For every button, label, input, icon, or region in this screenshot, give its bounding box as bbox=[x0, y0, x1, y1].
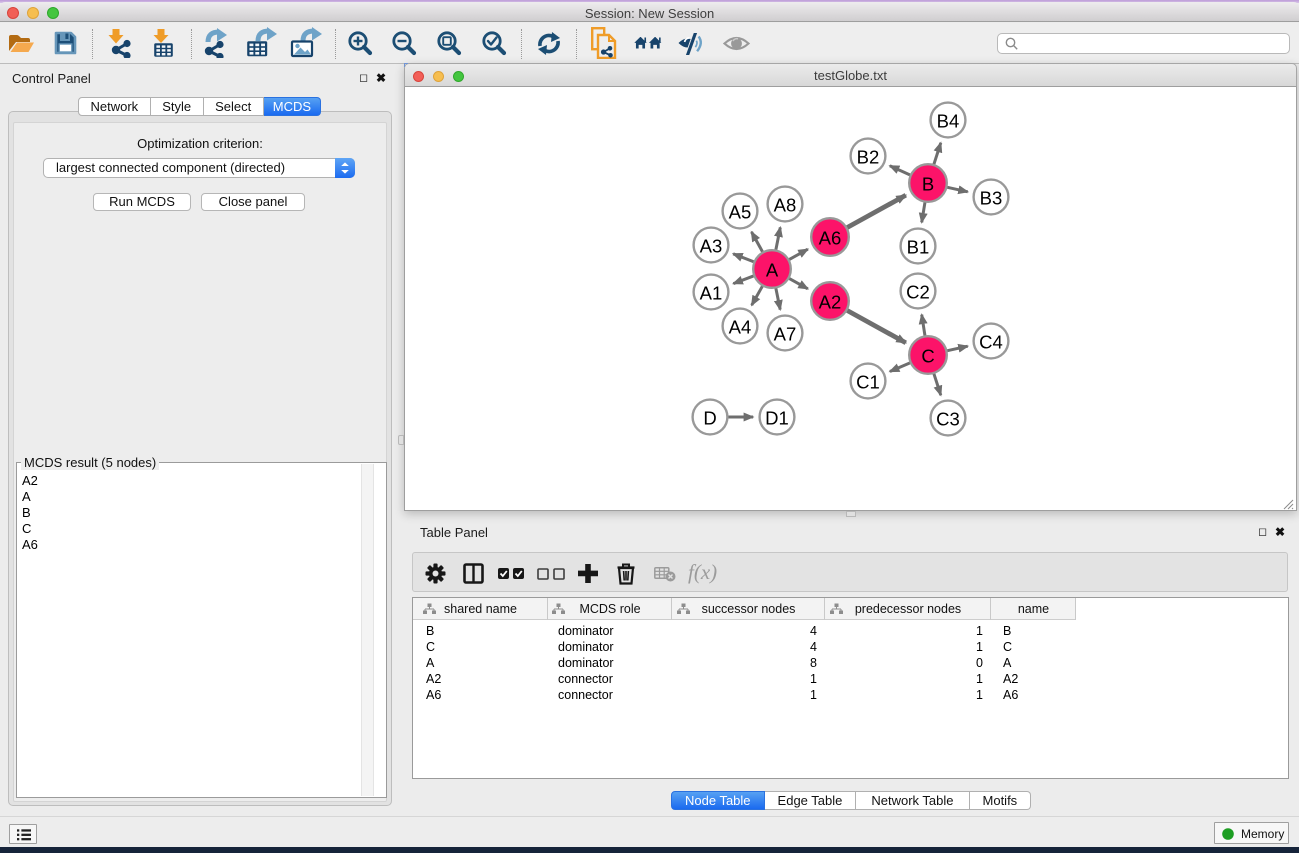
svg-text:C4: C4 bbox=[979, 332, 1003, 353]
svg-text:A4: A4 bbox=[729, 317, 752, 338]
svg-text:B: B bbox=[922, 174, 934, 195]
svg-text:C: C bbox=[921, 346, 934, 367]
svg-text:D1: D1 bbox=[765, 408, 789, 429]
svg-text:A: A bbox=[766, 260, 779, 281]
svg-text:A3: A3 bbox=[700, 236, 723, 257]
svg-text:A6: A6 bbox=[819, 228, 842, 249]
svg-text:B2: B2 bbox=[857, 147, 880, 168]
svg-text:B3: B3 bbox=[980, 188, 1003, 209]
svg-text:A7: A7 bbox=[774, 324, 797, 345]
svg-text:B4: B4 bbox=[937, 111, 960, 132]
svg-text:C1: C1 bbox=[856, 372, 880, 393]
svg-text:A5: A5 bbox=[729, 202, 752, 223]
svg-text:B1: B1 bbox=[907, 237, 930, 258]
svg-text:C2: C2 bbox=[906, 282, 930, 303]
svg-text:A1: A1 bbox=[700, 283, 723, 304]
svg-text:A2: A2 bbox=[819, 292, 842, 313]
svg-text:D: D bbox=[703, 408, 716, 429]
svg-text:A8: A8 bbox=[774, 195, 797, 216]
svg-text:C3: C3 bbox=[936, 409, 960, 430]
